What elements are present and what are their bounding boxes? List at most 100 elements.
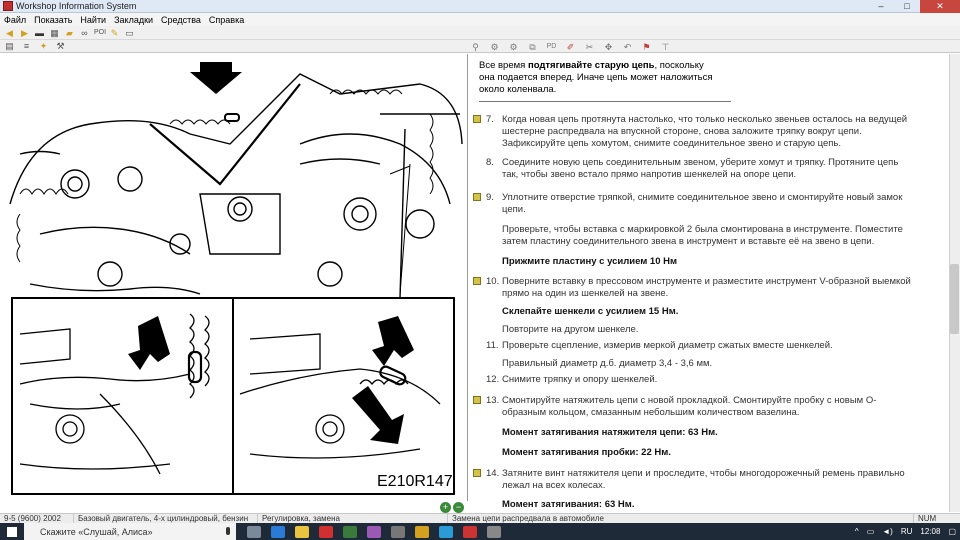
folder-icon[interactable]: ▰ <box>64 28 75 38</box>
status-document: Замена цепи распредвала в автомобиле <box>448 513 914 524</box>
note-divider <box>479 101 731 102</box>
status-model: 9-5 (9600) 2002 <box>0 513 74 524</box>
step-line: цепи. <box>502 204 526 215</box>
step-number: 10. <box>486 276 500 287</box>
step-number: 14. <box>486 468 500 479</box>
windows-icon <box>7 526 17 537</box>
note-text: Все время <box>479 60 528 71</box>
tool-icon[interactable]: ⚲ <box>470 42 481 52</box>
start-button[interactable] <box>0 523 24 540</box>
microphone-icon[interactable] <box>226 527 230 535</box>
list-icon[interactable]: ≡ <box>21 41 32 51</box>
parts-icon[interactable]: ⚙ <box>489 42 500 52</box>
menu-file[interactable]: Файл <box>4 15 26 25</box>
scrollbar-thumb[interactable] <box>950 264 959 334</box>
wrench-icon[interactable]: ⚒ <box>55 41 66 51</box>
step-number: 8. <box>486 157 494 168</box>
brush-icon[interactable]: ✐ <box>565 42 576 52</box>
step-marker-icon[interactable] <box>473 115 481 123</box>
step-line: шестерне распредвала на впускной стороне… <box>502 126 862 137</box>
star-icon[interactable]: ✦ <box>38 41 49 51</box>
step-marker-icon[interactable] <box>473 277 481 285</box>
forward-arrow-icon[interactable]: ▶ <box>19 28 30 38</box>
zoom-in-icon[interactable]: + <box>440 502 451 513</box>
step-line: Соедините новую цепь соединительным звен… <box>502 157 899 168</box>
menu-tools[interactable]: Средства <box>161 15 201 25</box>
move-icon[interactable]: ✥ <box>603 42 614 52</box>
window-controls: – □ ✕ <box>868 0 960 13</box>
app-icon-red[interactable] <box>463 525 477 538</box>
tag-icon[interactable]: ⚑ <box>641 42 652 52</box>
clipboard-icon[interactable]: ▤ <box>4 41 15 51</box>
print-icon[interactable]: ▦ <box>49 28 60 38</box>
task-view-icon[interactable] <box>247 525 261 538</box>
menu-help[interactable]: Справка <box>209 15 244 25</box>
back-arrow-icon[interactable]: ◀ <box>4 28 15 38</box>
taskbar: Скажите «Слушай, Алиса» <box>0 523 960 540</box>
step-line: Повторите на другом шенкеле. <box>502 324 639 335</box>
note-text-end: , поскольку <box>654 60 704 71</box>
main-toolbar: ◀ ▶ ▬ ▦ ▰ ∞ POI ✎ ▭ <box>0 26 960 40</box>
lift-icon[interactable]: ⊤ <box>660 42 671 52</box>
maximize-button[interactable]: □ <box>894 0 920 13</box>
opera-icon[interactable] <box>319 525 333 538</box>
app-icon-yellow[interactable] <box>415 525 429 538</box>
telegram-icon[interactable] <box>439 525 453 538</box>
status-engine: Базовый двигатель, 4-х цилиндровый, бенз… <box>74 513 258 524</box>
pdi-icon[interactable]: PD <box>546 42 557 52</box>
car-icon[interactable]: ▬ <box>34 28 45 38</box>
search-box[interactable]: Скажите «Слушай, Алиса» <box>24 523 236 540</box>
step-line: Зафиксируйте цепь хомутом, снимите соеди… <box>502 138 841 149</box>
viber-icon[interactable] <box>367 525 381 538</box>
close-button[interactable]: ✕ <box>920 0 960 13</box>
chevron-up-icon[interactable]: ^ <box>855 527 859 536</box>
app-icon <box>3 1 13 11</box>
step-number: 7. <box>486 114 494 125</box>
note-line-2: она подается вперед. Иначе цепь может на… <box>479 72 713 83</box>
vertical-scrollbar[interactable] <box>949 54 960 512</box>
pencil-icon[interactable]: ✎ <box>109 28 120 38</box>
zoom-out-icon[interactable]: − <box>453 502 464 513</box>
clock[interactable]: 12:08 <box>920 527 940 536</box>
gears-icon[interactable]: ⚙ <box>508 42 519 52</box>
app-icon-gray[interactable] <box>391 525 405 538</box>
skype-icon[interactable] <box>271 525 285 538</box>
zoom-controls: + − <box>440 502 466 513</box>
title-bar: Workshop Information System – □ ✕ <box>0 0 960 13</box>
explorer-icon[interactable] <box>295 525 309 538</box>
step-number: 11. <box>486 340 499 351</box>
document-icon[interactable]: ▭ <box>124 28 135 38</box>
search-placeholder: Скажите «Слушай, Алиса» <box>40 526 153 537</box>
step-marker-icon[interactable] <box>473 469 481 477</box>
step-line: Снимите тряпку и опору шенкелей. <box>502 374 658 385</box>
binoculars-icon[interactable]: ∞ <box>79 28 90 38</box>
tools-icon[interactable]: ✂ <box>584 42 595 52</box>
language-indicator[interactable]: RU <box>901 527 913 536</box>
app-icon-green[interactable] <box>343 525 357 538</box>
step-line: Затяните винт натяжителя цепи и проследи… <box>502 468 905 479</box>
menu-bookmarks[interactable]: Закладки <box>114 15 153 25</box>
network-icon[interactable]: ▭ <box>867 527 875 536</box>
undo-icon[interactable]: ↶ <box>622 42 633 52</box>
poi-icon[interactable]: POI <box>94 28 106 38</box>
note-line-3: около коленвала. <box>479 84 557 95</box>
menu-find[interactable]: Найти <box>80 15 106 25</box>
notifications-icon[interactable]: ▢ <box>948 527 956 536</box>
step-line: затем пластину соединительного звена в и… <box>502 236 875 247</box>
step-line: лежал на всех колесах. <box>502 480 606 491</box>
step-marker-icon[interactable] <box>473 193 481 201</box>
warning-note: Все время подтягивайте старую цепь, поск… <box>479 60 729 96</box>
text-toolbar: ⚲ ⚙ ⚙ ⧉ PD ✐ ✂ ✥ ↶ ⚑ ⊤ <box>470 40 770 53</box>
app-icon-misc[interactable] <box>487 525 501 538</box>
copy-icon[interactable]: ⧉ <box>527 42 538 52</box>
step-torque: Момент затягивания пробки: 22 Нм. <box>502 447 671 458</box>
menu-view[interactable]: Показать <box>34 15 72 25</box>
engine-timing-illustration <box>9 62 463 495</box>
menu-bar: Файл Показать Найти Закладки Средства Сп… <box>0 13 960 26</box>
step-marker-icon[interactable] <box>473 396 481 404</box>
instructions-pane: Все время подтягивайте старую цепь, поск… <box>469 54 960 512</box>
volume-icon[interactable]: ◄) <box>882 527 893 536</box>
step-torque: Прижмите пластину с усилием 10 Нм <box>502 256 678 267</box>
minimize-button[interactable]: – <box>868 0 894 13</box>
step-line: Проверьте, чтобы вставка с маркировкой 2… <box>502 224 903 235</box>
